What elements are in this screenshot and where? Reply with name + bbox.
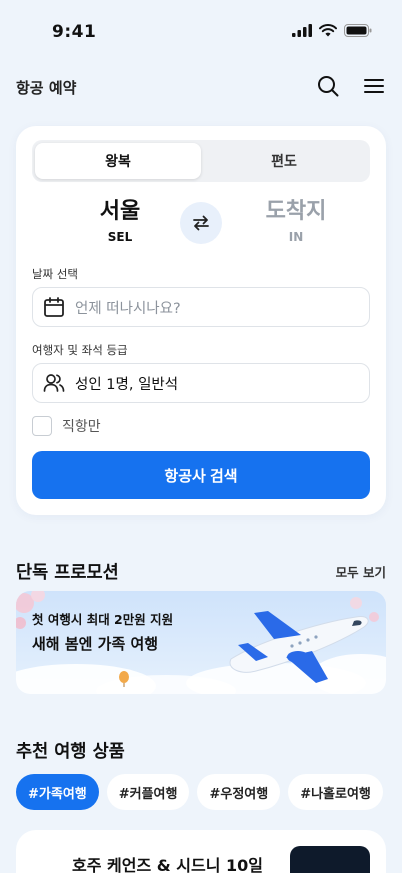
route-selector: 서울 SEL 도착지 IN: [32, 198, 370, 258]
status-bar: 9:41: [0, 0, 402, 60]
direct-only-checkbox[interactable]: [32, 416, 52, 436]
direct-only-row: 직항만: [32, 416, 101, 436]
swap-cities-button[interactable]: [180, 202, 222, 244]
trip-type-tabs: 왕복 편도: [32, 140, 370, 182]
departure-city-name: 서울: [99, 199, 141, 224]
promo-title: 새해 봄엔 가족 여행: [32, 635, 159, 653]
tag-chips: #가족여행 #커플여행 #우정여행 #나홀로여행: [16, 774, 383, 810]
calendar-icon: [44, 297, 64, 317]
arrival-city-name: 도착지: [265, 199, 327, 224]
flight-search-card: 왕복 편도 서울 SEL 도착지 IN 날짜 선택 언제 떠나시나요? 여행자 …: [16, 126, 386, 515]
date-field[interactable]: 언제 떠나시나요?: [32, 287, 370, 327]
app-header: 항공 예약: [0, 68, 402, 104]
product-thumbnail: [290, 846, 370, 873]
cellular-signal-icon: [292, 24, 312, 37]
arrival-city-code: IN: [288, 230, 304, 244]
chip-couple-trip[interactable]: #커플여행: [106, 774, 190, 810]
chip-family-trip[interactable]: #가족여행: [16, 774, 99, 810]
search-flights-button[interactable]: 항공사 검색: [32, 451, 370, 499]
departure-city-code: SEL: [107, 230, 133, 244]
page-title: 항공 예약: [16, 79, 77, 97]
recommended-title: 추천 여행 상품: [16, 742, 125, 762]
passenger-field[interactable]: 성인 1명, 일반석: [32, 363, 370, 403]
status-time: 9:41: [52, 22, 97, 42]
search-button[interactable]: [314, 72, 342, 100]
battery-icon: [344, 24, 372, 37]
hamburger-menu-icon: [364, 79, 384, 93]
tab-one-way[interactable]: 편도: [201, 143, 367, 179]
promo-banner[interactable]: 첫 여행시 최대 2만원 지원 새해 봄엔 가족 여행: [16, 591, 386, 694]
see-all-link[interactable]: 모두 보기: [336, 562, 386, 581]
departure-city[interactable]: 서울 SEL: [60, 198, 180, 244]
passenger-value: 성인 1명, 일반석: [75, 376, 179, 393]
search-icon: [318, 76, 339, 97]
product-title: 호주 케언즈 & 시드니 10일: [72, 856, 263, 873]
status-icons: [292, 24, 372, 37]
promotions-title: 단독 프로모션: [16, 563, 119, 583]
passenger-label: 여행자 및 좌석 등급: [32, 343, 128, 357]
wifi-icon: [319, 24, 337, 37]
tab-round-trip[interactable]: 왕복: [35, 143, 201, 179]
date-label: 날짜 선택: [32, 267, 78, 281]
users-icon: [43, 374, 65, 392]
direct-only-label: 직항만: [62, 419, 101, 435]
date-placeholder: 언제 떠나시나요?: [75, 300, 181, 317]
swap-arrows-icon: [193, 215, 209, 231]
arrival-city[interactable]: 도착지 IN: [236, 198, 356, 244]
menu-button[interactable]: [360, 72, 388, 100]
product-card[interactable]: 호주 케언즈 & 시드니 10일: [16, 830, 386, 873]
promo-subtitle: 첫 여행시 최대 2만원 지원: [32, 612, 174, 627]
chip-solo-trip[interactable]: #나홀로여행: [288, 774, 383, 810]
chip-friends-trip[interactable]: #우정여행: [197, 774, 281, 810]
